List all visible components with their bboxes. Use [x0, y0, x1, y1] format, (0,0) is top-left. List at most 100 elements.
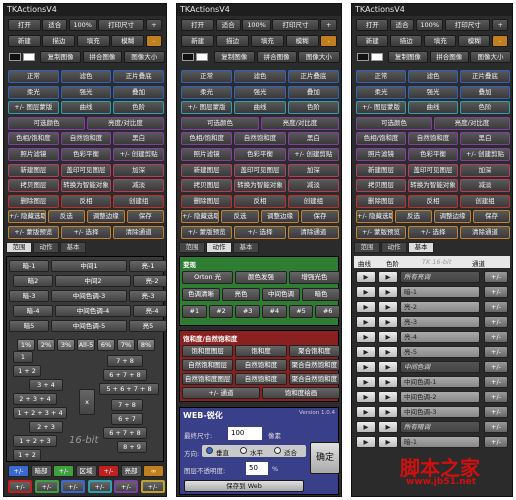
play-button[interactable]: ▶: [378, 361, 398, 373]
toggle-button[interactable]: +/-: [484, 436, 508, 448]
op-button[interactable]: +/- 蒙版预览: [8, 226, 59, 239]
op-button[interactable]: 盖印可见图层: [60, 163, 112, 177]
bottom-toggle-button[interactable]: ∞: [143, 465, 164, 477]
toggle-button[interactable]: +/-: [484, 286, 508, 298]
row-label[interactable]: 亮-3: [400, 316, 480, 328]
percent-button[interactable]: 3%: [57, 339, 75, 351]
tab-actions[interactable]: 动作: [33, 242, 59, 253]
toggle-button[interactable]: +/-: [484, 331, 508, 343]
op-button[interactable]: 反相: [408, 194, 458, 208]
op-button[interactable]: 加深: [287, 163, 339, 177]
play-button[interactable]: ▶: [378, 376, 398, 388]
copy-image-button[interactable]: 复制图像: [213, 51, 256, 63]
op-button[interactable]: +/- 选择: [408, 226, 458, 239]
range-button[interactable]: 中间2: [55, 275, 131, 287]
op-button[interactable]: 拷贝图层: [8, 179, 59, 193]
op-button[interactable]: 保存: [473, 210, 510, 224]
tab-range[interactable]: 范围: [179, 242, 205, 253]
op-button[interactable]: 色彩平衡: [234, 148, 286, 161]
op-button[interactable]: +/- 图层蒙版: [356, 101, 406, 115]
color-toggle-button[interactable]: +/-: [34, 480, 59, 493]
new-button[interactable]: 新建: [181, 35, 215, 47]
op-button[interactable]: 色彩平衡: [408, 148, 458, 161]
green-action-button[interactable]: 颜色发强: [235, 271, 287, 284]
green-action-button[interactable]: 中间色调: [262, 288, 300, 301]
stroke-button[interactable]: 描边: [42, 35, 76, 47]
range-button[interactable]: 暗-1: [9, 260, 49, 272]
flatten-button[interactable]: 拼合图像: [82, 51, 123, 63]
open-button[interactable]: 打开: [181, 19, 215, 31]
op-button[interactable]: +/- 图层蒙版: [8, 101, 59, 115]
grid-right-button[interactable]: 5 + 6 + 7 + 8: [99, 383, 159, 395]
size-input[interactable]: 100: [228, 427, 262, 440]
toggle-button[interactable]: +/-: [484, 421, 508, 433]
op-button[interactable]: 亮度/对比度: [261, 116, 339, 130]
print-size-button[interactable]: 打印尺寸: [272, 19, 319, 31]
play-button[interactable]: ▶: [356, 286, 376, 298]
op-button[interactable]: 柔光: [356, 85, 406, 99]
grid-right-button[interactable]: 6 + 7 + 8: [103, 427, 147, 439]
row-label[interactable]: 暗-1: [400, 436, 480, 448]
range-button[interactable]: 中间色调-5: [51, 320, 127, 332]
op-button[interactable]: 正片叠底: [113, 70, 164, 83]
play-button[interactable]: ▶: [378, 301, 398, 313]
op-button[interactable]: 照片滤镜: [181, 148, 233, 161]
radio-vertical[interactable]: [206, 447, 213, 454]
grid-left-button[interactable]: 2 + 3 + 4: [13, 393, 57, 405]
percent-button[interactable]: 1%: [17, 339, 35, 351]
radio-fit[interactable]: [274, 447, 281, 454]
bottom-toggle-button[interactable]: +/-: [8, 465, 29, 477]
play-button[interactable]: ▶: [356, 271, 376, 283]
op-button[interactable]: 柔光: [181, 85, 233, 99]
stroke-button[interactable]: 描边: [215, 35, 250, 47]
play-button[interactable]: ▶: [356, 376, 376, 388]
play-button[interactable]: ▶: [356, 316, 376, 328]
channels-tab[interactable]: 通道: [472, 258, 485, 268]
op-button[interactable]: 正片叠底: [287, 70, 339, 83]
op-button[interactable]: 减淡: [460, 179, 510, 193]
zoom-out-button[interactable]: -: [145, 35, 163, 47]
play-button[interactable]: ▶: [356, 391, 376, 403]
op-button[interactable]: 反相: [234, 194, 286, 208]
op-button[interactable]: +/- 蒙版预览: [356, 226, 406, 239]
zoom-in-button[interactable]: +: [145, 19, 163, 31]
row-label[interactable]: 亮-4: [400, 331, 480, 343]
grid-right-button[interactable]: 8 + 9: [117, 441, 147, 453]
flatten-button[interactable]: 拼合图像: [429, 51, 469, 63]
op-button[interactable]: 照片滤镜: [356, 148, 406, 161]
blur-button[interactable]: 模糊: [285, 35, 319, 47]
flatten-button[interactable]: 拼合图像: [256, 51, 297, 63]
image-size-button[interactable]: 图像大小: [470, 51, 511, 63]
green-action-button[interactable]: 暗色: [302, 288, 340, 301]
op-button[interactable]: 滤色: [408, 70, 458, 83]
op-button[interactable]: 强光: [408, 85, 458, 99]
op-button[interactable]: 黑白: [113, 132, 164, 146]
zoom-100-button[interactable]: 100%: [415, 19, 444, 31]
op-button[interactable]: 删除图层: [356, 194, 406, 208]
green-action-button[interactable]: 增强光色: [288, 271, 340, 284]
op-button[interactable]: 反选: [47, 210, 85, 224]
grid-left-button[interactable]: 1 + 2 + 3 + 4: [13, 407, 67, 419]
op-button[interactable]: 滤色: [60, 70, 112, 83]
tab-basic[interactable]: 基本: [233, 242, 259, 253]
green-action-button[interactable]: #5: [288, 305, 314, 318]
row-label[interactable]: 亮-5: [400, 346, 480, 358]
zoom-in-button[interactable]: +: [320, 19, 338, 31]
play-button[interactable]: ▶: [378, 316, 398, 328]
blur-button[interactable]: 模糊: [111, 35, 145, 47]
play-button[interactable]: ▶: [378, 271, 398, 283]
copy-image-button[interactable]: 复制图像: [40, 51, 82, 63]
op-button[interactable]: 可选颜色: [8, 116, 85, 130]
fit-button[interactable]: 适合: [215, 19, 241, 31]
toggle-button[interactable]: +/-: [484, 301, 508, 313]
op-button[interactable]: 反选: [221, 210, 259, 224]
op-button[interactable]: 自然饱和度: [234, 132, 286, 146]
green-action-button[interactable]: #1: [182, 305, 207, 318]
zoom-in-button[interactable]: +: [492, 19, 509, 31]
op-button[interactable]: 色阶: [460, 101, 510, 115]
range-button[interactable]: 亮-1: [129, 260, 166, 272]
range-button[interactable]: 亮-2: [133, 275, 166, 287]
toggle-button[interactable]: +/-: [484, 271, 508, 283]
saturation-action-button[interactable]: 饱和度绘画: [262, 387, 340, 399]
play-button[interactable]: ▶: [356, 361, 376, 373]
